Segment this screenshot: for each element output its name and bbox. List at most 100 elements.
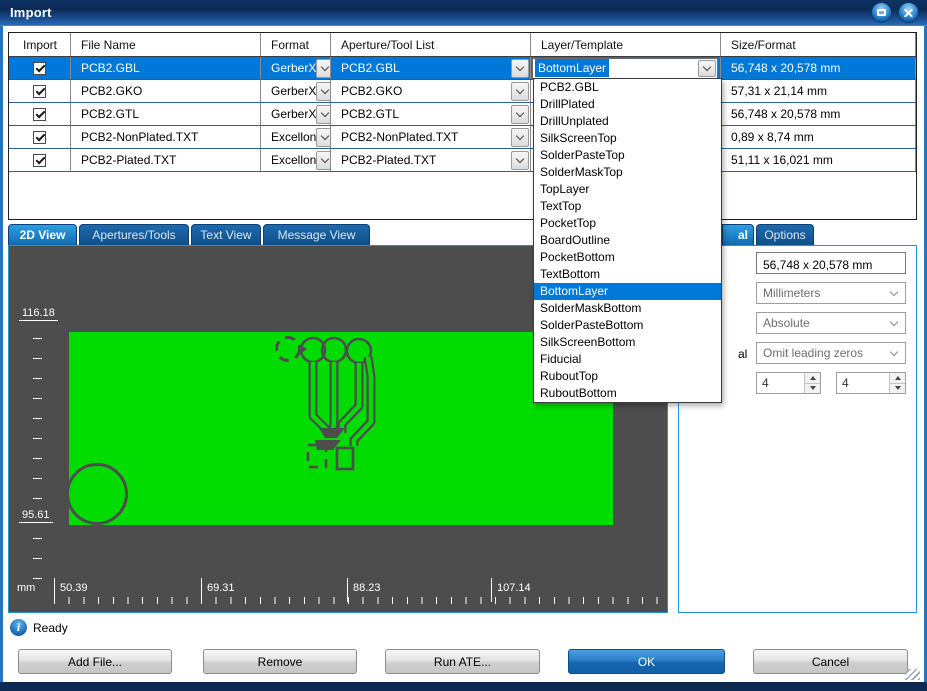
dropdown-item[interactable]: DrillUnplated: [534, 113, 721, 130]
resize-grip[interactable]: [905, 669, 920, 680]
ruler-y-ticks: [33, 538, 42, 580]
format-dropdown-button[interactable]: [316, 59, 331, 78]
format-dropdown-button[interactable]: [316, 128, 331, 147]
tab-apertures-tools[interactable]: Apertures/Tools: [79, 224, 189, 245]
dropdown-item[interactable]: Fiducial: [534, 351, 721, 368]
run-ate-button[interactable]: Run ATE...: [385, 649, 540, 674]
ok-button[interactable]: OK: [568, 649, 725, 674]
format-dropdown-button[interactable]: [316, 151, 331, 170]
tab-general-partial[interactable]: al: [722, 224, 754, 245]
column-header-file-name[interactable]: File Name: [71, 33, 261, 56]
dropdown-item[interactable]: TopLayer: [534, 181, 721, 198]
table-row[interactable]: PCB2.GBL GerberX PCB2.GBL BottomLayer 56…: [9, 57, 916, 80]
dropdown-item[interactable]: SolderMaskBottom: [534, 300, 721, 317]
column-header-size[interactable]: Size/Format: [721, 33, 916, 56]
stepper-down-icon[interactable]: [805, 384, 820, 394]
import-checkbox[interactable]: [33, 85, 46, 98]
layer-selected-text: BottomLayer: [535, 59, 609, 77]
aperture-dropdown-button[interactable]: [511, 82, 529, 101]
maximize-button[interactable]: [871, 2, 892, 23]
tab-options[interactable]: Options: [756, 224, 814, 245]
stepper-up-icon[interactable]: [805, 373, 820, 384]
digits-n-stepper[interactable]: 4: [836, 372, 906, 394]
aperture-value: PCB2.GKO: [331, 84, 402, 98]
chevron-down-icon: [321, 85, 329, 93]
chevron-down-icon: [890, 317, 898, 325]
format-dropdown-button[interactable]: [316, 105, 331, 124]
aperture-value: PCB2-Plated.TXT: [331, 153, 436, 167]
add-file-button[interactable]: Add File...: [18, 649, 172, 674]
file-name: PCB2-Plated.TXT: [71, 153, 176, 167]
size-format-value: 56,748 x 20,578 mm: [721, 61, 840, 75]
info-icon: i: [10, 619, 27, 636]
tab-message-view[interactable]: Message View: [263, 224, 370, 245]
table-row[interactable]: PCB2.GKO GerberX PCB2.GKO 57,31 x 21,14 …: [9, 80, 916, 103]
column-header-layer[interactable]: Layer/Template: [531, 33, 721, 56]
dialog-border-left: [0, 26, 3, 682]
table-row[interactable]: PCB2-Plated.TXT Excellon PCB2-Plated.TXT…: [9, 149, 916, 172]
maximize-icon: [877, 9, 886, 16]
size-format-value: 0,89 x 8,74 mm: [721, 130, 814, 144]
format-dropdown-button[interactable]: [316, 82, 331, 101]
dropdown-item[interactable]: SilkScreenBottom: [534, 334, 721, 351]
dropdown-item[interactable]: SolderMaskTop: [534, 164, 721, 181]
layer-template-combobox[interactable]: BottomLayer: [532, 58, 718, 79]
aperture-dropdown-button[interactable]: [511, 151, 529, 170]
dropdown-item[interactable]: DrillPlated: [534, 96, 721, 113]
column-header-aperture[interactable]: Aperture/Tool List: [331, 33, 531, 56]
chevron-down-icon: [516, 154, 524, 162]
chevron-down-icon: [516, 85, 524, 93]
stepper-down-icon[interactable]: [890, 384, 905, 394]
dropdown-item[interactable]: SilkScreenTop: [534, 130, 721, 147]
import-checkbox[interactable]: [33, 131, 46, 144]
file-name: PCB2-NonPlated.TXT: [71, 130, 198, 144]
chevron-down-icon: [890, 347, 898, 355]
dropdown-item[interactable]: PCB2.GBL: [534, 79, 721, 96]
dropdown-item[interactable]: RuboutTop: [534, 368, 721, 385]
ruler-y-ticks: [33, 338, 42, 500]
digits-m-stepper[interactable]: 4: [756, 372, 821, 394]
dropdown-item[interactable]: SolderPasteBottom: [534, 317, 721, 334]
leading-zeros-select[interactable]: Omit leading zeros: [756, 342, 906, 364]
dropdown-item-selected[interactable]: BottomLayer: [534, 283, 721, 300]
chevron-down-icon: [516, 131, 524, 139]
dropdown-item[interactable]: TextBottom: [534, 266, 721, 283]
close-button[interactable]: [898, 2, 919, 23]
aperture-dropdown-button[interactable]: [511, 105, 529, 124]
layer-dropdown-button[interactable]: [698, 60, 716, 77]
ruler-x-label: 88.23: [353, 582, 381, 594]
dropdown-item[interactable]: RuboutBottom: [534, 385, 721, 402]
dropdown-item[interactable]: TextTop: [534, 198, 721, 215]
dropdown-item[interactable]: SolderPasteTop: [534, 147, 721, 164]
units-select[interactable]: Millimeters: [756, 282, 906, 304]
chevron-down-icon: [890, 287, 898, 295]
format-value: Excellon: [261, 130, 316, 144]
cancel-button[interactable]: Cancel: [753, 649, 908, 674]
dropdown-item[interactable]: BoardOutline: [534, 232, 721, 249]
aperture-dropdown-button[interactable]: [511, 59, 529, 78]
chevron-down-icon: [321, 131, 329, 139]
tab-2d-view[interactable]: 2D View: [8, 224, 77, 245]
dropdown-item[interactable]: PocketBottom: [534, 249, 721, 266]
ruler-x-label: 50.39: [60, 582, 88, 594]
coordinate-mode-select[interactable]: Absolute: [756, 312, 906, 334]
stepper-up-icon[interactable]: [890, 373, 905, 384]
import-checkbox[interactable]: [33, 154, 46, 167]
import-checkbox[interactable]: [33, 108, 46, 121]
dropdown-item[interactable]: PocketTop: [534, 215, 721, 232]
size-format-field[interactable]: [756, 252, 906, 274]
tab-text-view[interactable]: Text View: [191, 224, 261, 245]
column-header-format[interactable]: Format: [261, 33, 331, 56]
column-header-import[interactable]: Import: [9, 33, 71, 56]
table-row[interactable]: PCB2.GTL GerberX PCB2.GTL 56,748 x 20,57…: [9, 103, 916, 126]
remove-button[interactable]: Remove: [203, 649, 357, 674]
chevron-down-icon: [321, 108, 329, 116]
size-format-value: 56,748 x 20,578 mm: [721, 107, 840, 121]
ruler-y-label: 95.61: [19, 509, 53, 523]
decimal-label-partial: al: [738, 347, 747, 361]
import-checkbox[interactable]: [33, 62, 46, 75]
table-row[interactable]: PCB2-NonPlated.TXT Excellon PCB2-NonPlat…: [9, 126, 916, 149]
pcb-circle-cutout: [66, 463, 128, 525]
chevron-down-icon: [703, 62, 711, 70]
aperture-dropdown-button[interactable]: [511, 128, 529, 147]
